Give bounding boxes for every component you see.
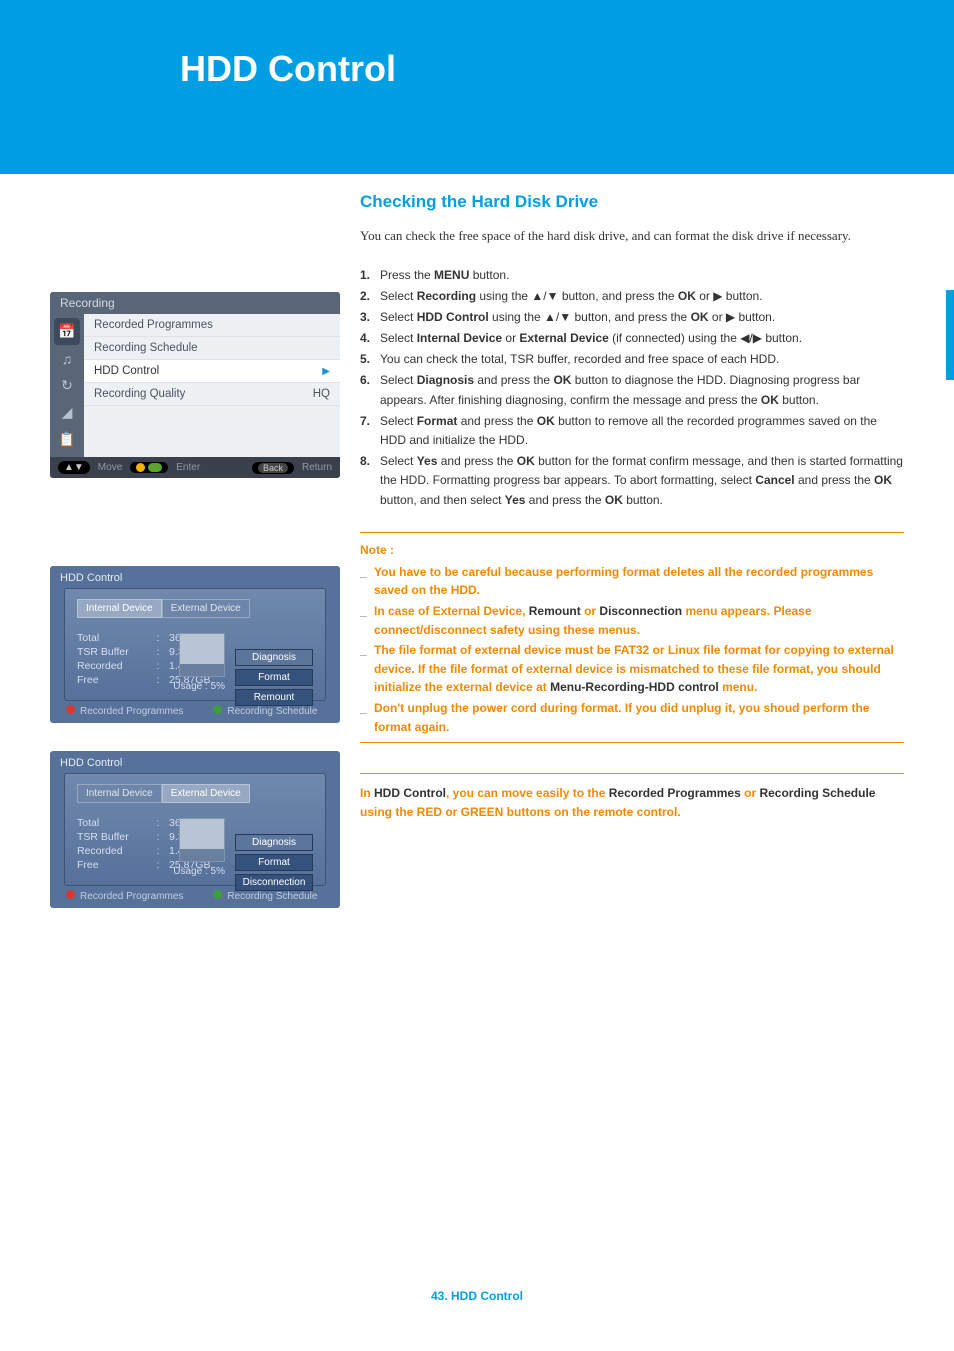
page-footer: 43. HDD Control — [0, 1289, 954, 1303]
quality-value: HQ — [313, 388, 330, 400]
note-heading: Note : — [360, 543, 904, 557]
enter-hint — [130, 462, 168, 473]
menu-item[interactable]: Recording QualityHQ — [84, 383, 340, 406]
text-column: Checking the Hard Disk Drive You can che… — [350, 192, 904, 936]
figure-column: Recording 📅 ♫ ↻ ◢ 📋 Recorded Programmes … — [50, 192, 350, 936]
footer-link-rs[interactable]: Recording Schedule — [213, 890, 317, 902]
menu-title: Recording — [50, 292, 340, 314]
back-hint: Back — [252, 462, 294, 474]
note-list: _You have to be careful because performi… — [360, 563, 904, 736]
step-item: 8.Select Yes and press the OK button for… — [360, 452, 904, 510]
tag-icon: ◢ — [54, 399, 80, 426]
side-tab-accent — [946, 290, 954, 380]
footer-link-rp[interactable]: Recorded Programmes — [66, 890, 183, 902]
usage-label: Usage : 5% — [173, 866, 225, 877]
step-item: 3.Select HDD Control using the ▲/▼ butto… — [360, 308, 904, 327]
intro-text: You can check the free space of the hard… — [360, 226, 904, 246]
remount-button[interactable]: Remount — [235, 689, 313, 706]
panel-title: HDD Control — [50, 566, 340, 588]
tab-external[interactable]: External Device — [162, 599, 250, 618]
step-item: 1.Press the MENU button. — [360, 266, 904, 285]
note-item: _In case of External Device, Remount or … — [360, 602, 904, 639]
menu-footer: ▲▼ Move Enter Back Return — [50, 457, 340, 478]
menu-icon-rail: 📅 ♫ ↻ ◢ 📋 — [50, 314, 84, 457]
step-item: 6.Select Diagnosis and press the OK butt… — [360, 371, 904, 409]
move-hint: ▲▼ — [58, 461, 90, 474]
note-item: _You have to be careful because performi… — [360, 563, 904, 600]
usage-bar — [179, 633, 225, 677]
refresh-icon: ↻ — [54, 372, 80, 399]
hero-banner: HDD Control — [0, 0, 954, 174]
figure-hdd-internal: HDD Control Internal Device External Dev… — [50, 566, 340, 723]
figure-hdd-external: HDD Control Internal Device External Dev… — [50, 751, 340, 908]
menu-item[interactable]: Recorded Programmes — [84, 314, 340, 337]
footer-link-rp[interactable]: Recorded Programmes — [66, 705, 183, 717]
footer-link-rs[interactable]: Recording Schedule — [213, 705, 317, 717]
format-button[interactable]: Format — [235, 669, 313, 686]
divider — [360, 532, 904, 533]
panel-title: HDD Control — [50, 751, 340, 773]
step-item: 7.Select Format and press the OK button … — [360, 412, 904, 450]
step-item: 2.Select Recording using the ▲/▼ button,… — [360, 287, 904, 306]
note-item: _Don't unplug the power cord during form… — [360, 699, 904, 736]
chevron-right-icon: ▶ — [322, 366, 330, 377]
calendar-icon: 📅 — [54, 318, 80, 345]
note-item: _The file format of external device must… — [360, 641, 904, 697]
page-title: HDD Control — [180, 48, 954, 90]
tab-external[interactable]: External Device — [162, 784, 250, 803]
usage-bar — [179, 818, 225, 862]
menu-item[interactable]: Recording Schedule — [84, 337, 340, 360]
figure-recording-menu: Recording 📅 ♫ ↻ ◢ 📋 Recorded Programmes … — [50, 292, 340, 478]
disconnection-button[interactable]: Disconnection — [235, 874, 313, 891]
footer-note: In HDD Control, you can move easily to t… — [360, 773, 904, 821]
usage-label: Usage : 5% — [173, 681, 225, 692]
step-item: 4.Select Internal Device or External Dev… — [360, 329, 904, 348]
step-item: 5.You can check the total, TSR buffer, r… — [360, 350, 904, 369]
diagnosis-button[interactable]: Diagnosis — [235, 649, 313, 666]
menu-item-selected[interactable]: HDD Control▶ — [84, 360, 340, 383]
diagnosis-button[interactable]: Diagnosis — [235, 834, 313, 851]
section-heading: Checking the Hard Disk Drive — [360, 192, 904, 212]
divider — [360, 742, 904, 743]
music-icon: ♫ — [54, 345, 80, 372]
format-button[interactable]: Format — [235, 854, 313, 871]
tab-internal[interactable]: Internal Device — [77, 599, 162, 618]
step-list: 1.Press the MENU button. 2.Select Recordi… — [360, 266, 904, 510]
tab-internal[interactable]: Internal Device — [77, 784, 162, 803]
list-icon: 📋 — [54, 426, 80, 453]
